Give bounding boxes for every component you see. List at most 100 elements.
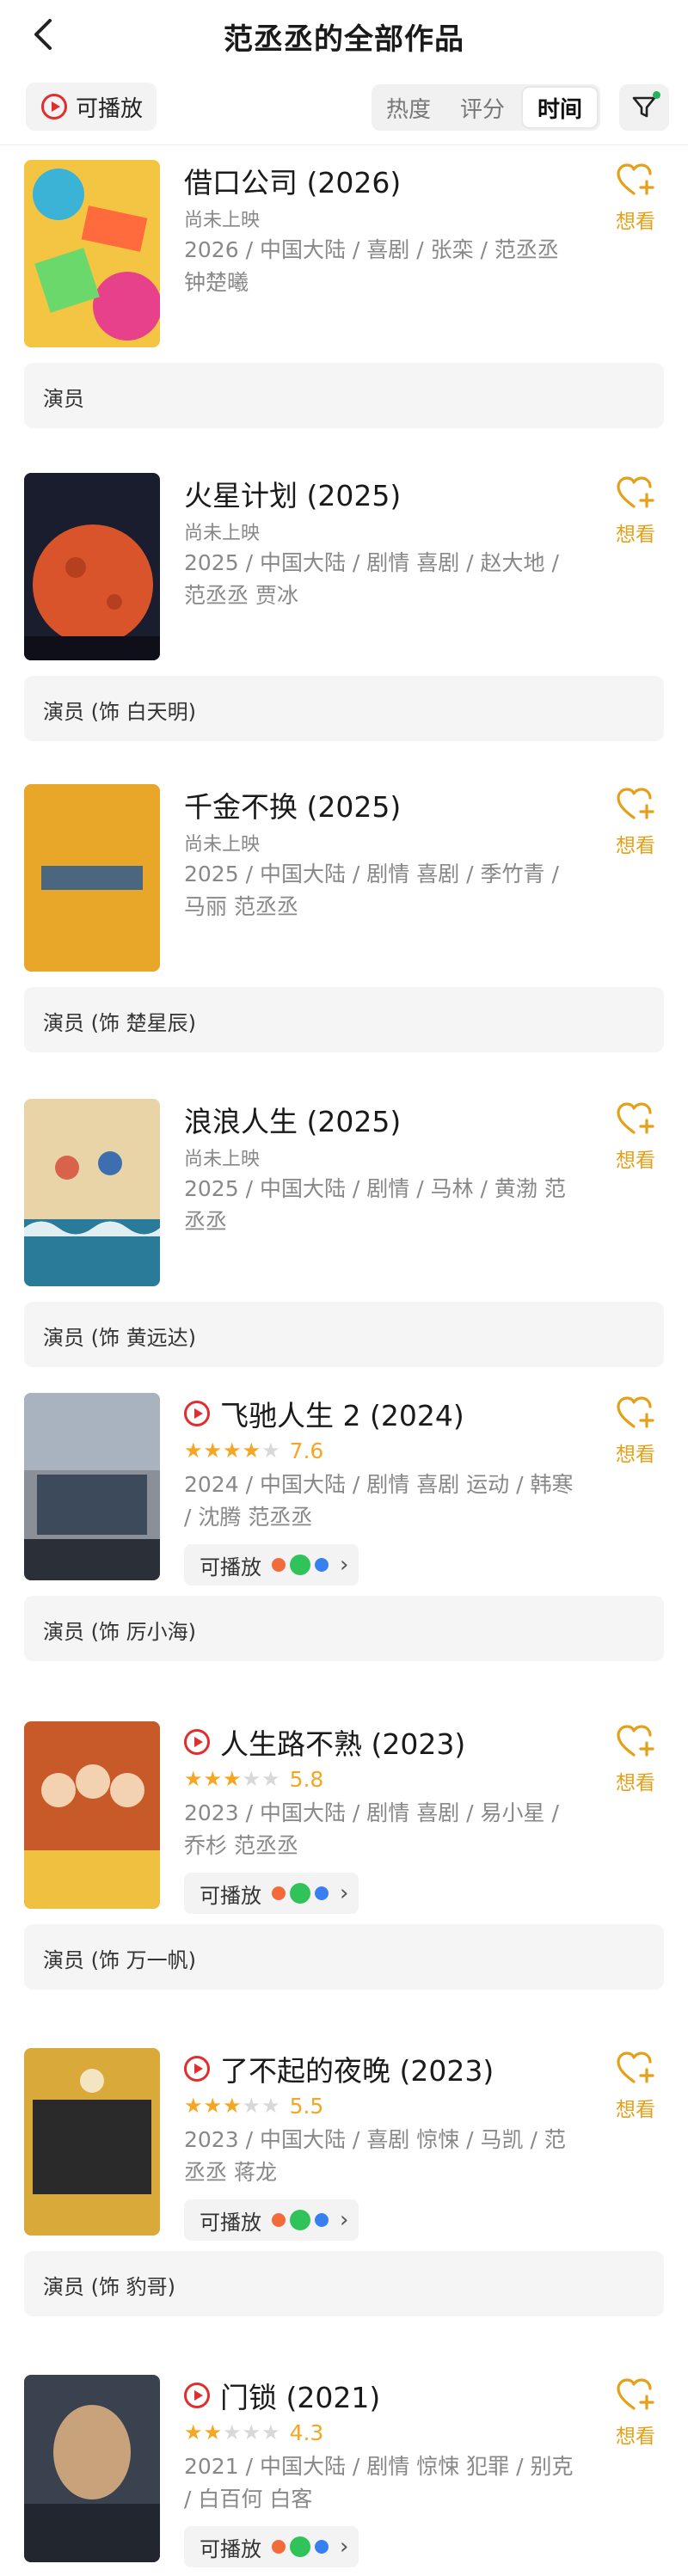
want-to-watch-button[interactable]: 想看	[605, 1101, 666, 1173]
heart-plus-icon	[616, 163, 655, 201]
poster-image[interactable]	[24, 473, 160, 660]
work-meta: 2021 / 中国大陆 / 剧情 惊悚 犯罪 / 别克 / 白百何 白客	[184, 2454, 574, 2512]
want-label: 想看	[616, 1772, 655, 1794]
want-label: 想看	[616, 1150, 655, 1172]
release-status: 尚未上映	[184, 1149, 261, 1170]
poster-qianjin-buhuan	[24, 784, 160, 972]
want-to-watch-button[interactable]: 想看	[605, 2050, 666, 2122]
poster-jiekou-gongsi	[24, 160, 160, 347]
heart-plus-icon	[616, 2378, 655, 2416]
tab-rating[interactable]: 评分	[445, 84, 519, 131]
play-icon	[184, 2383, 210, 2408]
play-icon	[184, 1729, 210, 1755]
want-label: 想看	[616, 2099, 655, 2121]
platform-icon-blue	[315, 2540, 329, 2554]
poster-image[interactable]	[24, 784, 160, 972]
role-bar: 演员 (饰 厉小海)	[24, 1596, 664, 1661]
work-title[interactable]: 人生路不熟 (2023)	[220, 1721, 465, 1763]
release-status: 尚未上映	[184, 210, 261, 231]
playable-filter-button[interactable]: 可播放	[26, 83, 157, 131]
release-status: 尚未上映	[184, 834, 261, 856]
chevron-right-icon: ›	[340, 2534, 349, 2560]
work-title[interactable]: 飞驰人生 2 (2024)	[220, 1393, 464, 1434]
want-to-watch-button[interactable]: 想看	[605, 786, 666, 858]
work-meta: 2023 / 中国大陆 / 喜剧 惊悚 / 马凯 / 范丞丞 蒋龙	[184, 2127, 566, 2185]
work-info: 浪浪人生 (2025) 尚未上映 2025 / 中国大陆 / 剧情 / 马林 / 黄…	[184, 1101, 580, 1238]
poster-feichi-rensheng-2	[24, 1393, 160, 1580]
play-icon	[184, 2056, 210, 2082]
tab-time[interactable]: 时间	[521, 86, 599, 129]
star-rating: ★★★★★	[184, 1438, 281, 1463]
want-label: 想看	[616, 1444, 655, 1466]
heart-plus-icon	[616, 1102, 655, 1140]
platform-icon-orange	[272, 2213, 286, 2227]
playable-platforms[interactable]: 可播放 ›	[184, 2199, 359, 2241]
work-title[interactable]: 浪浪人生 (2025)	[184, 1099, 401, 1140]
star-rating: ★★★★★	[184, 1767, 281, 1791]
want-to-watch-button[interactable]: 想看	[605, 475, 666, 547]
role-bar: 演员 (饰 白天明)	[24, 676, 664, 741]
role-label: 演员 (饰 白天明)	[43, 700, 196, 724]
want-to-watch-button[interactable]: 想看	[605, 2377, 666, 2449]
want-label: 想看	[616, 835, 655, 857]
role-bar: 演员	[24, 363, 664, 428]
poster-image[interactable]	[24, 1393, 160, 1580]
playable-label: 可播放	[200, 1555, 261, 1579]
want-to-watch-button[interactable]: 想看	[605, 162, 666, 234]
playable-platforms[interactable]: 可播放 ›	[184, 1873, 359, 1914]
poster-image[interactable]	[24, 2048, 160, 2236]
poster-image[interactable]	[24, 160, 160, 347]
poster-image[interactable]	[24, 1721, 160, 1909]
platform-icon-orange	[272, 1558, 286, 1572]
star-rating: ★★★★★	[184, 2094, 281, 2118]
chevron-right-icon: ›	[340, 2207, 349, 2233]
poster-mensuo	[24, 2375, 160, 2562]
work-meta: 2024 / 中国大陆 / 剧情 喜剧 运动 / 韩寒 / 沈腾 范丞丞	[184, 1472, 574, 1530]
want-to-watch-button[interactable]: 想看	[605, 1723, 666, 1795]
heart-plus-icon	[616, 476, 655, 514]
role-label: 演员 (饰 豹哥)	[43, 2275, 175, 2299]
work-title[interactable]: 火星计划 (2025)	[184, 473, 401, 514]
poster-image[interactable]	[24, 1099, 160, 1286]
role-label: 演员 (饰 楚星辰)	[43, 1011, 196, 1035]
work-meta: 2026 / 中国大陆 / 喜剧 / 张栾 / 范丞丞 钟楚曦	[184, 237, 559, 295]
poster-huoxing-jihua	[24, 473, 160, 660]
rating: ★★★★★ 5.5	[184, 2091, 580, 2120]
filter-active-dot	[653, 91, 660, 99]
platform-icon-orange	[272, 2540, 286, 2554]
playable-label: 可播放	[200, 2536, 261, 2561]
title-row: 火星计划 (2025)	[184, 475, 580, 512]
work-title[interactable]: 门锁 (2021)	[220, 2375, 380, 2416]
heart-plus-icon	[616, 2052, 655, 2089]
rating: ★★★★★ 7.6	[184, 1436, 580, 1465]
role-label: 演员 (饰 万一帆)	[43, 1948, 196, 1972]
filter-button[interactable]	[619, 84, 669, 131]
work-info: 火星计划 (2025) 尚未上映 2025 / 中国大陆 / 剧情 喜剧 / 赵大地…	[184, 475, 580, 612]
play-icon	[184, 1401, 210, 1426]
chevron-right-icon: ›	[340, 1880, 349, 1906]
work-title[interactable]: 千金不换 (2025)	[184, 784, 401, 825]
work-info: 人生路不熟 (2023) ★★★★★ 5.8 2023 / 中国大陆 / 剧情 …	[184, 1723, 580, 1914]
work-title[interactable]: 借口公司 (2026)	[184, 160, 401, 201]
rating-score: 5.8	[289, 1766, 324, 1792]
release-status: 尚未上映	[184, 523, 261, 544]
poster-liaobuqi-de-yewan	[24, 2048, 160, 2236]
heart-plus-icon	[616, 1725, 655, 1763]
work-title[interactable]: 了不起的夜晚 (2023)	[220, 2048, 494, 2089]
tab-hot[interactable]: 热度	[372, 84, 445, 131]
poster-langlang-rensheng	[24, 1099, 160, 1286]
filter-bar: 可播放 热度 评分 时间	[0, 72, 688, 151]
want-to-watch-button[interactable]: 想看	[605, 1395, 666, 1467]
rating-score: 5.5	[289, 2093, 324, 2119]
role-bar: 演员 (饰 万一帆)	[24, 1924, 664, 1990]
title-row: 浪浪人生 (2025)	[184, 1101, 580, 1138]
poster-image[interactable]	[24, 2375, 160, 2562]
playable-label: 可播放	[200, 2210, 261, 2235]
rating: ★★★★★ 4.3	[184, 2418, 580, 2447]
playable-platforms[interactable]: 可播放 ›	[184, 1544, 359, 1585]
rating-score: 4.3	[289, 2420, 324, 2445]
star-rating: ★★★★★	[184, 2420, 281, 2444]
page-title: 范丞丞的全部作品	[224, 22, 464, 57]
want-label: 想看	[616, 524, 655, 546]
playable-platforms[interactable]: 可播放 ›	[184, 2526, 359, 2567]
